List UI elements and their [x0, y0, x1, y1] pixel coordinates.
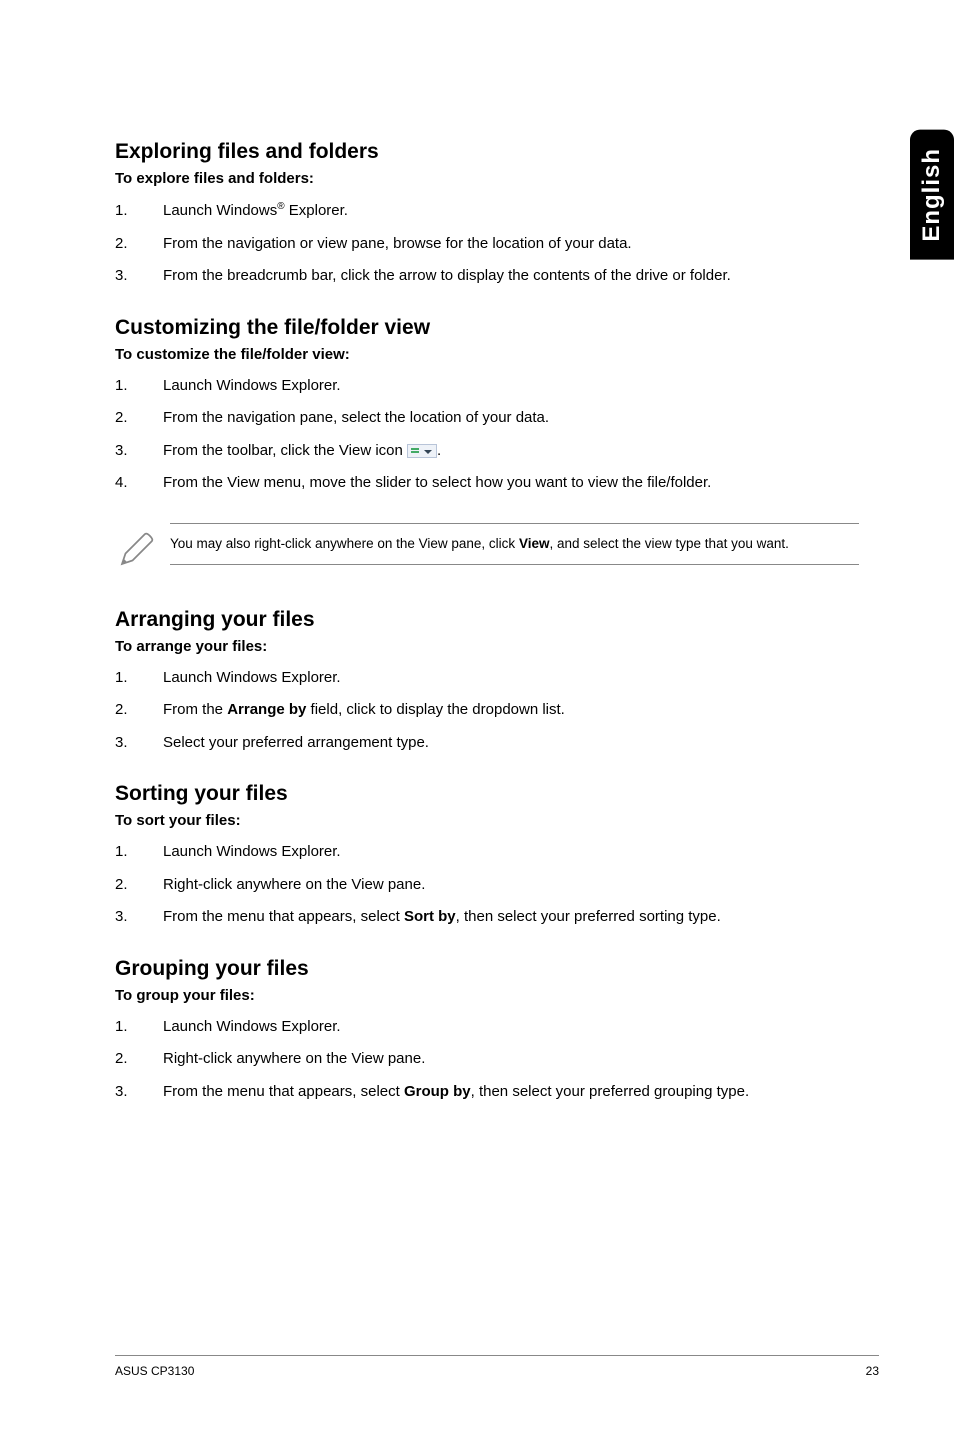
heading-sorting: Sorting your files [115, 782, 859, 806]
text: Launch Windows Explorer. [163, 843, 341, 860]
text: From the View menu, move the slider to s… [163, 474, 711, 491]
list-item: 2.Right-click anywhere on the View pane. [115, 874, 859, 897]
text: Launch Windows Explorer. [163, 1018, 341, 1035]
list-item: 3.Select your preferred arrangement type… [115, 732, 859, 755]
note-text: You may also right-click anywhere on the… [170, 523, 859, 565]
bold-text: Group by [404, 1083, 471, 1100]
subhead-customizing: To customize the file/folder view: [115, 346, 859, 363]
bold-text: View [519, 536, 550, 551]
list-item: 1.Launch Windows Explorer. [115, 375, 859, 398]
view-dropdown-icon [407, 444, 437, 458]
page-content: Exploring files and folders To explore f… [0, 0, 954, 1103]
list-customizing: 1.Launch Windows Explorer. 2.From the na… [115, 375, 859, 495]
page-number: 23 [866, 1364, 879, 1378]
heading-grouping: Grouping your files [115, 957, 859, 981]
subhead-arranging: To arrange your files: [115, 638, 859, 655]
text: field, click to display the dropdown lis… [306, 701, 564, 718]
section-exploring: Exploring files and folders To explore f… [115, 140, 859, 288]
text: Explorer. [285, 202, 348, 219]
list-item: 4.From the View menu, move the slider to… [115, 472, 859, 495]
text: Select your preferred arrangement type. [163, 734, 429, 751]
text: You may also right-click anywhere on the… [170, 536, 519, 551]
heading-exploring: Exploring files and folders [115, 140, 859, 164]
text: Launch Windows [163, 202, 277, 219]
subhead-sorting: To sort your files: [115, 812, 859, 829]
text: , then select your preferred sorting typ… [456, 908, 721, 925]
list-item: 2.Right-click anywhere on the View pane. [115, 1048, 859, 1071]
language-tab: English [910, 130, 954, 260]
list-item: 1.Launch Windows® Explorer. [115, 199, 859, 223]
footer-left: ASUS CP3130 [115, 1364, 194, 1378]
text: From the breadcrumb bar, click the arrow… [163, 267, 731, 284]
list-item: 2.From the navigation pane, select the l… [115, 407, 859, 430]
subhead-exploring: To explore files and folders: [115, 170, 859, 187]
text: Launch Windows Explorer. [163, 377, 341, 394]
text: From the [163, 701, 227, 718]
section-customizing: Customizing the file/folder view To cust… [115, 316, 859, 576]
list-sorting: 1.Launch Windows Explorer. 2.Right-click… [115, 841, 859, 929]
heading-arranging: Arranging your files [115, 608, 859, 632]
text: From the navigation pane, select the loc… [163, 409, 549, 426]
text: Right-click anywhere on the View pane. [163, 1050, 425, 1067]
text: From the menu that appears, select [163, 1083, 404, 1100]
text: . [437, 442, 441, 459]
subhead-grouping: To group your files: [115, 987, 859, 1004]
bold-text: Arrange by [227, 701, 306, 718]
text: From the toolbar, click the View icon [163, 442, 407, 459]
list-grouping: 1.Launch Windows Explorer. 2.Right-click… [115, 1016, 859, 1104]
section-arranging: Arranging your files To arrange your fil… [115, 608, 859, 755]
list-item: 1.Launch Windows Explorer. [115, 841, 859, 864]
pencil-icon [115, 523, 170, 576]
text: From the menu that appears, select [163, 908, 404, 925]
text: Launch Windows Explorer. [163, 669, 341, 686]
list-item: 1.Launch Windows Explorer. [115, 667, 859, 690]
note-block: You may also right-click anywhere on the… [115, 523, 859, 576]
list-item: 3.From the breadcrumb bar, click the arr… [115, 265, 859, 288]
registered-mark: ® [277, 201, 284, 212]
list-arranging: 1.Launch Windows Explorer. 2.From the Ar… [115, 667, 859, 755]
section-grouping: Grouping your files To group your files:… [115, 957, 859, 1104]
list-item: 2.From the Arrange by field, click to di… [115, 699, 859, 722]
list-item: 3.From the menu that appears, select Gro… [115, 1081, 859, 1104]
list-item: 2.From the navigation or view pane, brow… [115, 233, 859, 256]
text: From the navigation or view pane, browse… [163, 235, 632, 252]
page-footer: ASUS CP3130 23 [115, 1355, 879, 1378]
text: Right-click anywhere on the View pane. [163, 876, 425, 893]
list-exploring: 1.Launch Windows® Explorer. 2.From the n… [115, 199, 859, 288]
list-item: 1.Launch Windows Explorer. [115, 1016, 859, 1039]
list-item: 3.From the menu that appears, select Sor… [115, 906, 859, 929]
heading-customizing: Customizing the file/folder view [115, 316, 859, 340]
list-item: 3.From the toolbar, click the View icon … [115, 440, 859, 463]
text: , and select the view type that you want… [549, 536, 788, 551]
section-sorting: Sorting your files To sort your files: 1… [115, 782, 859, 929]
text: , then select your preferred grouping ty… [471, 1083, 750, 1100]
bold-text: Sort by [404, 908, 456, 925]
